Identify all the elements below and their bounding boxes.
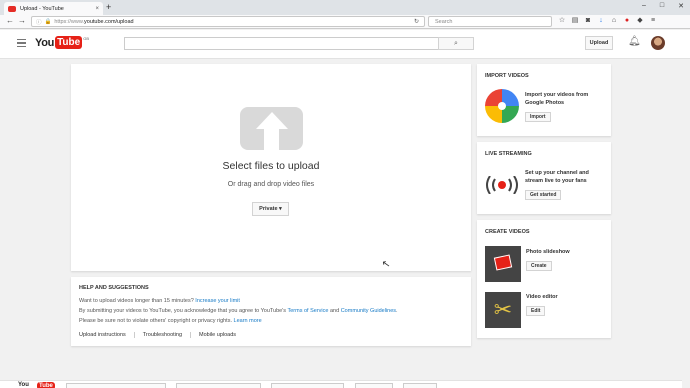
tab-title: Upload - YouTube [20,5,64,12]
increase-limit-link[interactable]: Increase your limit [195,298,240,304]
footer: You Tube [0,380,690,388]
video-editor-title: Video editor [526,294,558,300]
new-tab-button[interactable]: + [106,2,111,12]
footer-history-button[interactable] [355,383,393,388]
create-slideshow-button[interactable]: Create [526,261,552,271]
lock-icon: 🔒 [44,18,52,25]
toolbar-icons: ☆ ▤ ◙ ↓ ⌂ ● ◆ ≡ [558,17,657,25]
back-arrow-icon[interactable]: ← [6,16,14,25]
privacy-dropdown[interactable]: Private ▾ [252,202,289,216]
close-window-button[interactable]: ✕ [678,2,684,10]
help-line-3: Please be sure not to violate others' co… [79,318,262,324]
url-prefix: https://www. [54,18,85,25]
community-guidelines-link[interactable]: Community Guidelines [341,308,396,314]
bookmark-star-icon[interactable]: ☆ [558,17,566,25]
browser-tab[interactable]: Upload - YouTube × [4,2,103,15]
url-bar[interactable]: ⓘ 🔒 https://www. youtube.com/upload ↻ [31,16,425,27]
photo-slideshow-title: Photo slideshow [526,249,570,255]
browser-tabstrip: Upload - YouTube × + – □ ✕ [0,0,690,15]
import-description: Import your videos from Google Photos [525,92,589,106]
pocket-icon[interactable]: ◙ [584,17,592,25]
logo-you-text: You [35,36,55,49]
youtube-header: You Tube GB ⌕ Upload 🔔︎ [0,30,690,59]
logo-region: GB [83,36,89,41]
page-scrollbar[interactable] [682,59,690,388]
reading-list-icon[interactable]: ▤ [571,17,579,25]
upload-arrow-icon[interactable] [240,107,303,150]
search-button[interactable]: ⌕ [438,37,474,50]
menu-icon[interactable]: ≡ [649,17,657,25]
upload-button[interactable]: Upload [585,36,613,50]
footer-help-button[interactable] [403,383,437,388]
minimize-button[interactable]: – [642,2,646,10]
youtube-logo[interactable]: You Tube GB [35,36,89,49]
troubleshooting-link[interactable]: Troubleshooting [133,332,190,338]
download-icon[interactable]: ↓ [597,17,605,25]
extension-icon[interactable]: ◆ [636,17,644,25]
help-panel: HELP AND SUGGESTIONS Want to upload vide… [71,277,471,346]
live-description: Set up your channel and stream live to y… [525,170,589,184]
live-broadcast-icon [486,176,518,194]
footer-logo-you: You [18,382,29,388]
footer-language-button[interactable] [66,383,166,388]
close-tab-icon[interactable]: × [95,6,99,12]
live-streaming-title: LIVE STREAMING [485,151,532,157]
upload-instructions-link[interactable]: Upload instructions [79,332,134,338]
terms-of-service-link[interactable]: Terms of Service [287,308,328,314]
forward-arrow-icon[interactable]: → [18,16,26,25]
window-controls: – □ ✕ [642,2,684,10]
reload-icon[interactable]: ↻ [414,18,419,25]
drag-drop-hint: Or drag and drop video files [227,181,315,188]
help-line-2: By submitting your videos to YouTube, yo… [79,308,398,314]
info-icon[interactable]: ⓘ [36,18,42,26]
footer-restricted-button[interactable] [271,383,344,388]
adblock-icon[interactable]: ● [623,17,631,25]
avatar[interactable] [651,36,665,50]
mobile-uploads-link[interactable]: Mobile uploads [190,332,244,338]
maximize-button[interactable]: □ [660,2,664,10]
create-videos-card: CREATE VIDEOS Photo slideshow Create ✂ V… [477,220,611,338]
home-icon[interactable]: ⌂ [610,17,618,25]
import-button[interactable]: Import [525,112,551,122]
logo-tube-text: Tube [55,36,83,49]
hamburger-menu-icon[interactable] [17,39,26,49]
get-started-button[interactable]: Get started [525,190,562,200]
help-line-1: Want to upload videos longer than 15 min… [79,298,240,304]
edit-video-button[interactable]: Edit [526,306,546,316]
search-input[interactable] [124,37,439,50]
youtube-favicon-icon [8,5,16,12]
footer-country-button[interactable] [176,383,261,388]
browser-search-field[interactable]: Search [428,16,552,27]
url-path: youtube.com/upload [84,18,134,25]
import-videos-card: IMPORT VIDEOS Import your videos from Go… [477,64,611,136]
select-files-title[interactable]: Select files to upload [71,160,471,172]
help-heading: HELP AND SUGGESTIONS [79,285,149,291]
import-videos-title: IMPORT VIDEOS [485,73,529,79]
learn-more-link[interactable]: Learn more [234,318,262,324]
photo-slideshow-icon [485,246,521,282]
live-streaming-card: LIVE STREAMING Set up your channel and s… [477,142,611,214]
search-icon: ⌕ [454,40,458,47]
create-videos-title: CREATE VIDEOS [485,229,530,235]
video-editor-scissors-icon: ✂ [485,292,521,328]
mouse-cursor-icon: ↖ [381,258,392,271]
notifications-bell-icon[interactable]: 🔔︎ [628,36,641,47]
help-links: Upload instructions Troubleshooting Mobi… [79,332,244,338]
footer-logo-tube: Tube [37,382,55,388]
browser-navbar: ← → ⓘ 🔒 https://www. youtube.com/upload ↻… [0,15,690,29]
google-photos-icon [485,89,519,123]
